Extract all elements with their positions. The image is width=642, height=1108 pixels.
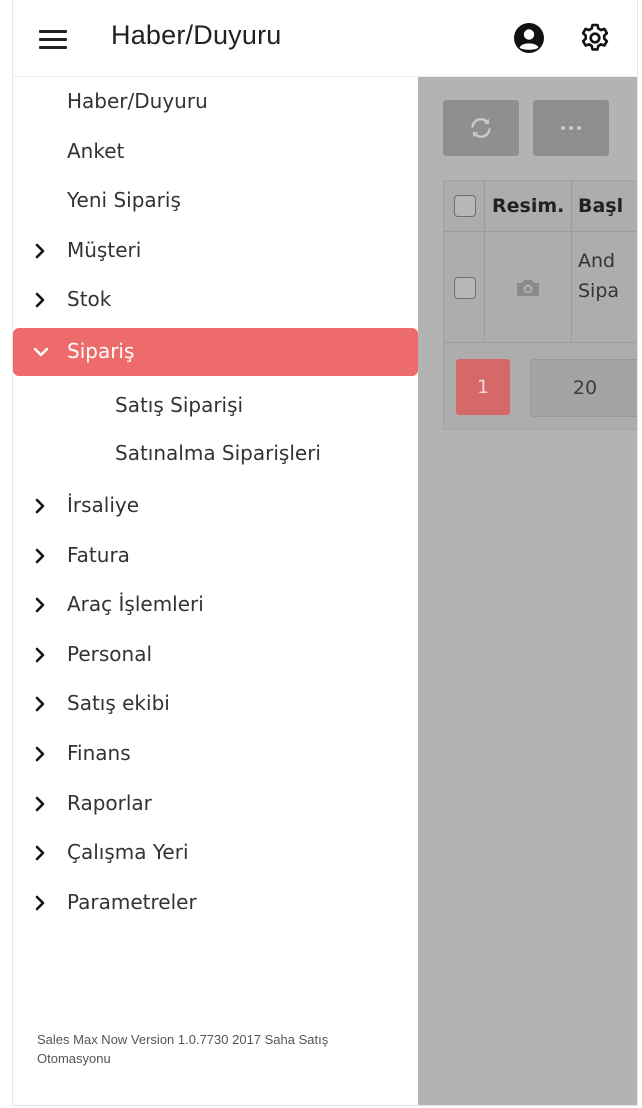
sidebar-item-label: Stok bbox=[67, 287, 112, 312]
version-text: Sales Max Now Version 1.0.7730 2017 Saha… bbox=[37, 1032, 329, 1066]
sidebar-item-label: Satış ekibi bbox=[67, 691, 170, 716]
sidebar-item-label: Finans bbox=[67, 741, 131, 765]
sidebar-item-label: Çalışma Yeri bbox=[67, 840, 189, 865]
sidebar-item-raporlar[interactable]: Raporlar bbox=[13, 780, 418, 828]
sidebar-item-label: İrsaliye bbox=[67, 493, 140, 517]
sidebar-item-arac-islemleri[interactable]: Araç İşlemleri bbox=[13, 581, 418, 629]
sidebar-item-finans[interactable]: Finans bbox=[13, 730, 418, 778]
camera-icon bbox=[515, 277, 541, 303]
sidebar-item-label: Sipariş bbox=[67, 339, 135, 363]
sidebar-item-satis-ekibi[interactable]: Satış ekibi bbox=[13, 680, 418, 728]
sidebar-item-label: Fatura bbox=[67, 542, 130, 567]
gear-icon[interactable] bbox=[579, 22, 611, 54]
page-title: Haber/Duyuru bbox=[111, 20, 282, 50]
refresh-icon bbox=[471, 118, 491, 138]
chevron-right-icon bbox=[33, 744, 47, 764]
sidebar-item-label: Raporlar bbox=[67, 790, 152, 815]
chevron-right-icon bbox=[33, 241, 47, 261]
sidebar-item-fatura[interactable]: Fatura bbox=[13, 532, 418, 580]
chevron-right-icon bbox=[33, 290, 47, 310]
sidebar-item-label: Müşteri bbox=[67, 237, 142, 262]
sidebar-item-irsaliye[interactable]: İrsaliye bbox=[13, 482, 418, 530]
sidebar-item-satis-siparisi[interactable]: Satış Siparişi bbox=[13, 382, 418, 430]
sidebar-item-parametreler[interactable]: Parametreler bbox=[13, 879, 418, 927]
sidebar-item-label: Araç İşlemleri bbox=[67, 592, 204, 617]
page-size-select[interactable]: 20 bbox=[530, 359, 637, 417]
chevron-right-icon bbox=[33, 794, 47, 814]
column-header-image[interactable]: Resim. bbox=[492, 195, 564, 217]
row-title-line1: And bbox=[578, 250, 616, 272]
sidebar-item-label: Haber/Duyuru bbox=[67, 89, 208, 113]
chevron-down-icon bbox=[33, 342, 49, 362]
side-drawer: Haber/Duyuru Anket Yeni Sipariş Müşteri Stok… bbox=[13, 76, 418, 1105]
sidebar-item-label: Satınalma Siparişleri bbox=[115, 441, 321, 465]
sidebar-item-personal[interactable]: Personal bbox=[13, 631, 418, 679]
sidebar-item-label: Satış Siparişi bbox=[115, 393, 244, 417]
sidebar-item-haber-duyuru[interactable]: Haber/Duyuru bbox=[13, 78, 418, 126]
user-circle-icon[interactable] bbox=[513, 22, 545, 54]
chevron-right-icon bbox=[33, 496, 47, 516]
chevron-right-icon bbox=[33, 645, 47, 665]
row-checkbox[interactable] bbox=[454, 277, 476, 299]
app-frame: Haber/Duyuru Resim. Başl And Sipa 1 20 H… bbox=[12, 0, 638, 1106]
sidebar-item-yeni-siparis[interactable]: Yeni Sipariş bbox=[13, 177, 418, 225]
hamburger-icon[interactable] bbox=[39, 28, 69, 50]
sidebar-item-label: Personal bbox=[67, 641, 153, 666]
chevron-right-icon bbox=[33, 546, 47, 566]
sidebar-item-satinalma-siparisleri[interactable]: Satınalma Siparişleri bbox=[13, 430, 418, 478]
chevron-right-icon bbox=[33, 893, 47, 913]
sidebar-item-stok[interactable]: Stok bbox=[13, 276, 418, 324]
sidebar-item-anket[interactable]: Anket bbox=[13, 128, 418, 176]
sidebar-item-label: Yeni Sipariş bbox=[67, 188, 181, 213]
select-all-checkbox[interactable] bbox=[454, 195, 476, 217]
sidebar-item-calisma-yeri[interactable]: Çalışma Yeri bbox=[13, 829, 418, 877]
sidebar-item-label: Anket bbox=[67, 138, 125, 163]
chevron-right-icon bbox=[33, 694, 47, 714]
orders-grid: Resim. Başl And Sipa 1 20 bbox=[443, 180, 637, 430]
chevron-right-icon bbox=[33, 843, 47, 863]
row-title-line2: Sipa bbox=[578, 280, 620, 302]
more-button[interactable] bbox=[533, 100, 609, 156]
sidebar-item-musteri[interactable]: Müşteri bbox=[13, 227, 418, 275]
column-header-title[interactable]: Başl bbox=[578, 195, 623, 217]
chevron-right-icon bbox=[33, 595, 47, 615]
grid-header-row: Resim. Başl bbox=[444, 181, 637, 232]
pager-page-button[interactable]: 1 bbox=[456, 359, 510, 415]
sidebar-item-siparis[interactable]: Sipariş bbox=[13, 328, 418, 376]
refresh-button[interactable] bbox=[443, 100, 519, 156]
sidebar-item-label: Parametreler bbox=[67, 889, 197, 914]
more-icon bbox=[561, 126, 581, 130]
app-header: Haber/Duyuru bbox=[13, 0, 637, 77]
